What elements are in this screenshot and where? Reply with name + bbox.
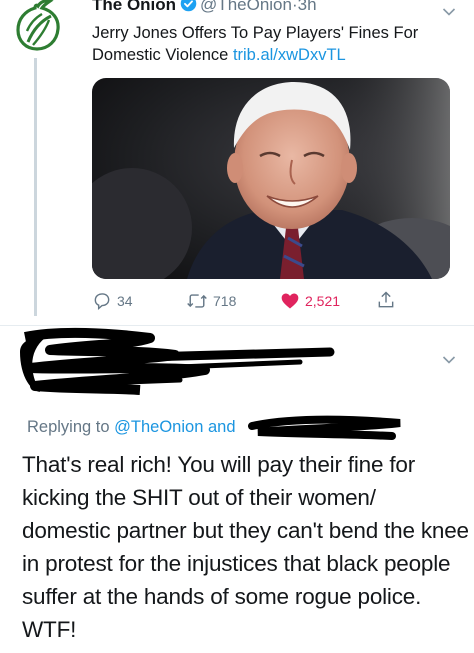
reply-chevron-down-icon[interactable] — [442, 352, 456, 370]
replying-mention[interactable]: @TheOnion — [114, 418, 203, 436]
replying-to: Replying to @TheOnion and — [27, 418, 236, 437]
reply-text: That's real rich! You will pay their fin… — [22, 452, 469, 642]
replying-prefix: Replying to — [27, 418, 110, 436]
replying-and[interactable]: and — [208, 418, 236, 436]
